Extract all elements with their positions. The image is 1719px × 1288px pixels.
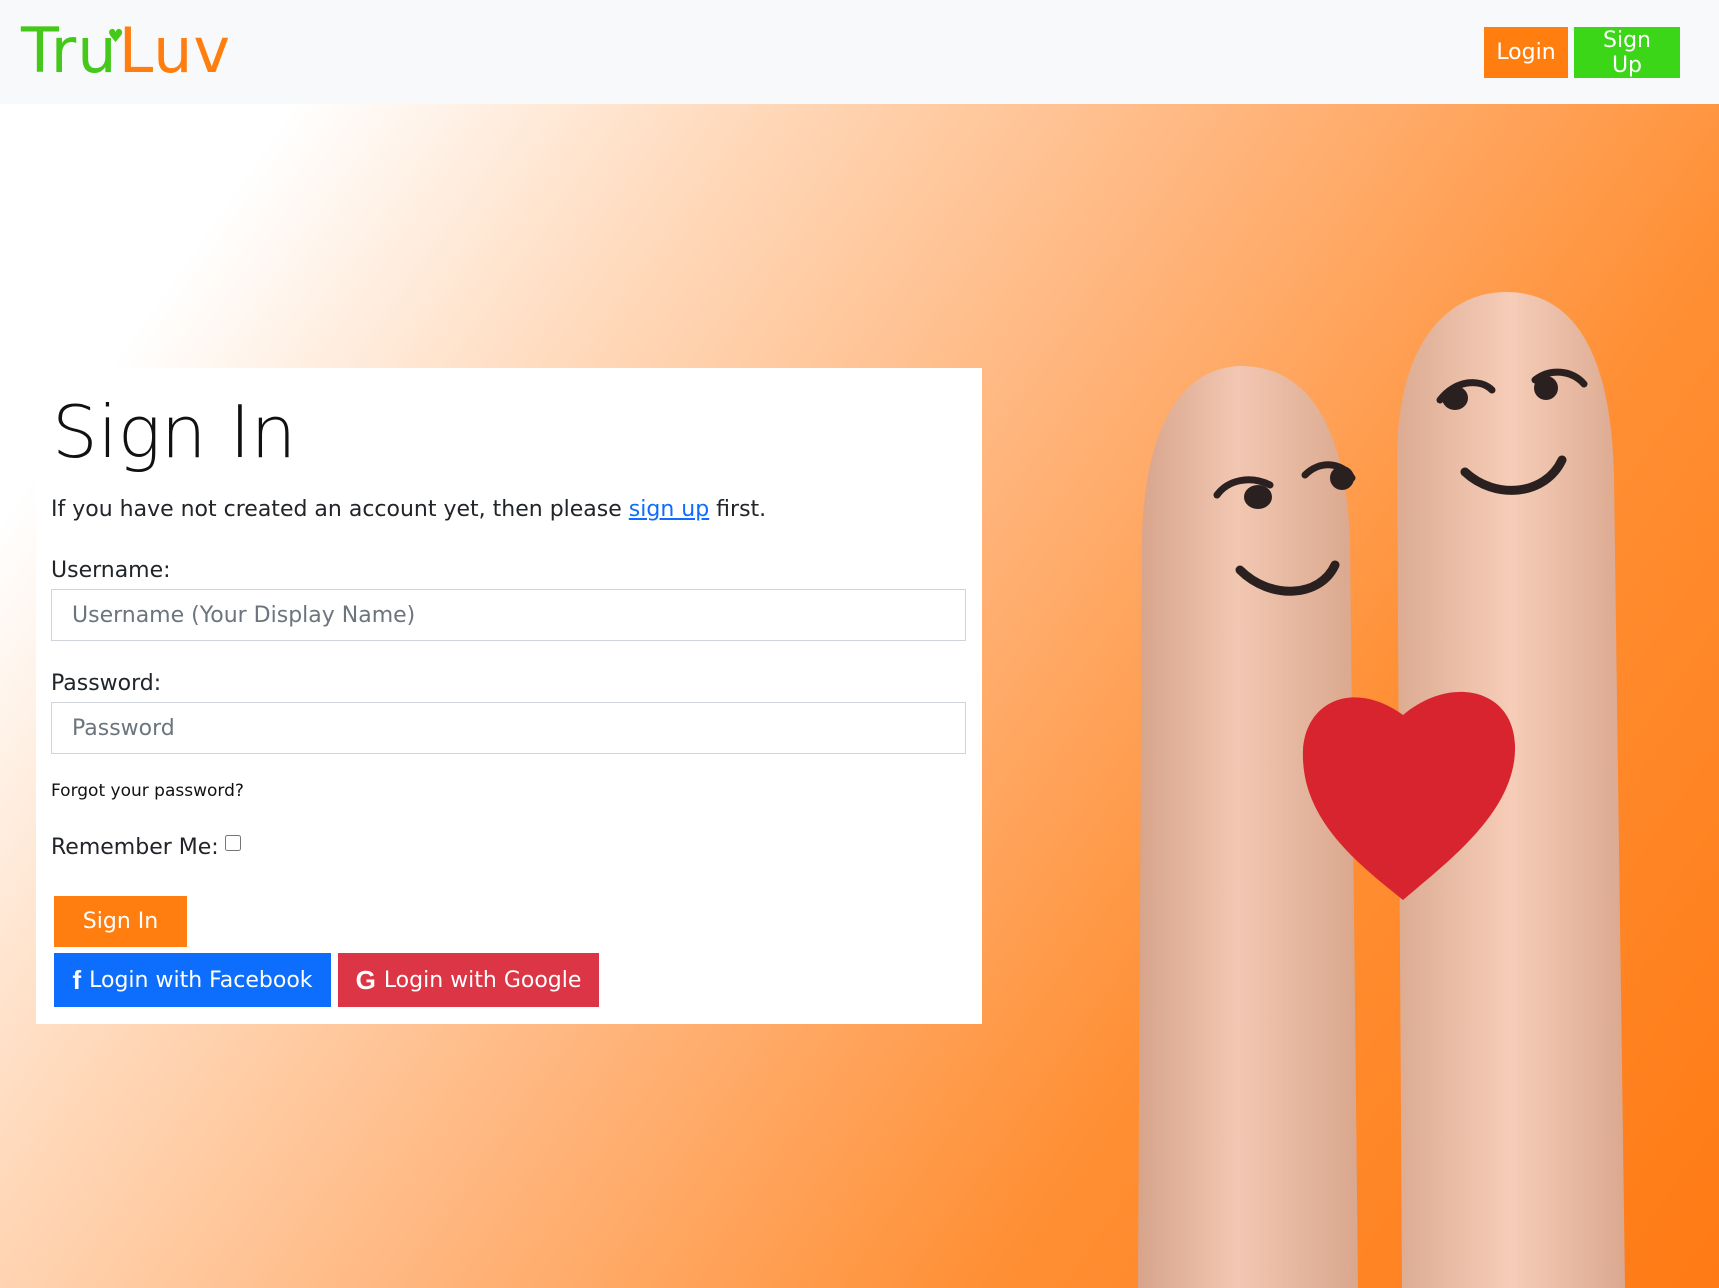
truluv-logo[interactable]: Tru♥Luv xyxy=(21,20,231,83)
remember-me-checkbox[interactable] xyxy=(224,834,241,851)
username-input[interactable] xyxy=(51,589,966,641)
heart-icon: ♥ xyxy=(107,26,125,47)
logo-text-tru: Tru xyxy=(21,14,118,87)
remember-me: Remember Me: xyxy=(51,834,241,860)
google-icon: G xyxy=(355,964,376,995)
facebook-login-label: Login with Facebook xyxy=(89,967,313,993)
remember-me-label: Remember Me: xyxy=(51,835,219,860)
signup-prompt: If you have not created an account yet, … xyxy=(51,497,766,522)
facebook-login-button[interactable]: f Login with Facebook xyxy=(54,953,331,1007)
username-label: Username: xyxy=(51,558,171,583)
signup-prompt-text-before: If you have not created an account yet, … xyxy=(51,497,629,522)
logo-text-luv: Luv xyxy=(118,14,232,87)
facebook-icon: f xyxy=(72,964,82,995)
signup-link[interactable]: sign up xyxy=(629,497,709,522)
signin-panel: Sign In If you have not created an accou… xyxy=(36,368,982,1024)
password-input[interactable] xyxy=(51,702,966,754)
google-login-label: Login with Google xyxy=(383,967,582,993)
signin-button[interactable]: Sign In xyxy=(54,896,187,947)
navbar: Tru♥Luv Login Sign Up xyxy=(0,0,1719,104)
page-title: Sign In xyxy=(52,390,297,474)
forgot-password-link[interactable]: Forgot your password? xyxy=(51,781,244,801)
nav-login-button[interactable]: Login xyxy=(1484,27,1568,78)
hero-fingers-image xyxy=(1138,292,1625,1288)
nav-signup-button[interactable]: Sign Up xyxy=(1574,27,1680,78)
google-login-button[interactable]: G Login with Google xyxy=(338,953,599,1007)
signup-prompt-text-after: first. xyxy=(709,497,767,522)
password-label: Password: xyxy=(51,671,162,696)
